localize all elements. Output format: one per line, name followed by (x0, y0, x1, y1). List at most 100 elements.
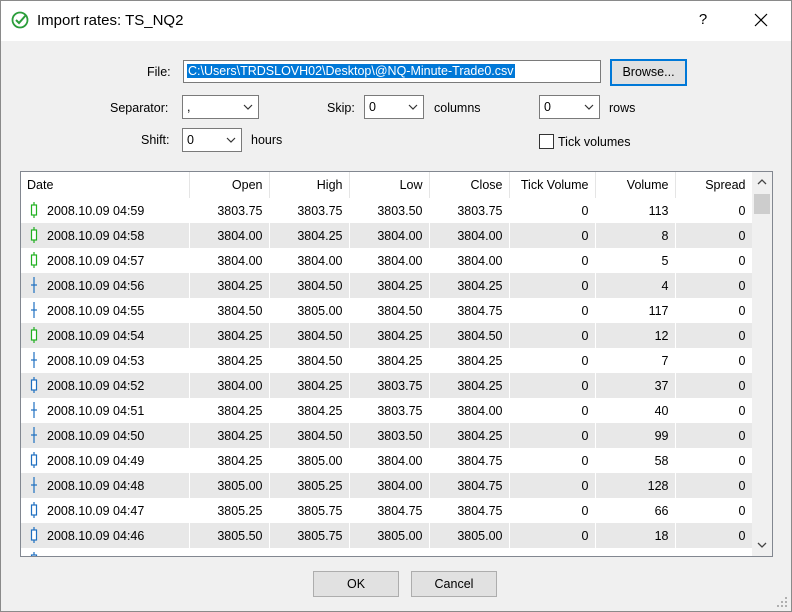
cell-volume: 12 (595, 323, 676, 348)
cell-spread: 0 (675, 498, 753, 523)
cell-low: 3803.75 (349, 373, 430, 398)
cell-tick: 0 (509, 198, 596, 223)
cell-close: 3804.75 (429, 448, 510, 473)
table-row[interactable]: 2008.10.09 04:52 3804.00 3804.25 3803.75 380… (21, 373, 753, 398)
cell-date: 2008.10.09 04:51 (21, 398, 190, 423)
cell-date: 2008.10.09 04:45 (21, 548, 190, 556)
skip-label: Skip: (327, 101, 355, 115)
table-row[interactable]: 2008.10.09 04:46 3805.50 3805.75 3805.00 380… (21, 523, 753, 548)
table-row[interactable]: 2008.10.09 04:47 3805.25 3805.75 3804.75 380… (21, 498, 753, 523)
close-icon[interactable] (741, 4, 781, 36)
skip-rows-value: 0 (544, 100, 551, 114)
browse-button[interactable]: Browse... (610, 59, 687, 86)
cell-volume: 8 (595, 223, 676, 248)
resize-grip-icon[interactable] (776, 596, 788, 608)
column-header-spread[interactable]: Spread (675, 172, 753, 198)
row-date: 2008.10.09 04:50 (47, 428, 145, 443)
cell-open: 3804.50 (189, 298, 270, 323)
table-row[interactable]: 2008.10.09 04:53 3804.25 3804.50 3804.25 380… (21, 348, 753, 373)
cell-low: 3805.00 (349, 523, 430, 548)
tick-volumes-label[interactable]: Tick volumes (558, 135, 630, 149)
cell-spread: 0 (675, 323, 753, 348)
cell-tick: 0 (509, 548, 596, 556)
window-title: Import rates: TS_NQ2 (37, 12, 184, 29)
rates-table[interactable]: Date Open High Low Close Tick Volume Vol… (20, 171, 773, 557)
cell-spread: 0 (675, 223, 753, 248)
cell-high: 3805.00 (269, 298, 350, 323)
table-row[interactable]: 2008.10.09 04:59 3803.75 3803.75 3803.50 380… (21, 198, 753, 223)
scroll-down-icon[interactable] (757, 542, 767, 549)
cell-close: 3804.00 (429, 398, 510, 423)
row-date: 2008.10.09 04:53 (47, 353, 145, 368)
skip-columns-select[interactable]: 0 (364, 95, 424, 119)
table-row[interactable]: 2008.10.09 04:58 3804.00 3804.25 3804.00 380… (21, 223, 753, 248)
skip-rows-select[interactable]: 0 (539, 95, 600, 119)
separator-select[interactable]: , (182, 95, 259, 119)
title-bar[interactable]: Import rates: TS_NQ2 ? (1, 1, 791, 41)
row-date: 2008.10.09 04:59 (47, 203, 145, 218)
cell-date: 2008.10.09 04:57 (21, 248, 190, 273)
cell-close: 3804.00 (429, 248, 510, 273)
cell-tick: 0 (509, 248, 596, 273)
table-row[interactable]: 2008.10.09 04:453805.003805.003805.00380… (21, 548, 753, 556)
cell-volume: 18 (595, 523, 676, 548)
cell-low: 3803.75 (349, 398, 430, 423)
vertical-scrollbar[interactable] (752, 172, 772, 556)
cell-close: 3805.00 (429, 523, 510, 548)
cell-low: 3804.25 (349, 323, 430, 348)
column-header-tick-volume[interactable]: Tick Volume (509, 172, 596, 198)
table-row[interactable]: 2008.10.09 04:57 3804.00 3804.00 3804.00 380… (21, 248, 753, 273)
cell-spread: 0 (675, 448, 753, 473)
row-date: 2008.10.09 04:47 (47, 503, 145, 518)
help-button[interactable]: ? (687, 4, 719, 36)
column-header-high[interactable]: High (269, 172, 350, 198)
cell-open: 3804.00 (189, 248, 270, 273)
chevron-down-icon (243, 104, 253, 110)
cell-low: 3804.25 (349, 273, 430, 298)
ok-button[interactable]: OK (313, 571, 399, 597)
column-header-close[interactable]: Close (429, 172, 510, 198)
table-row[interactable]: 2008.10.09 04:56 3804.25 3804.50 3804.25 380… (21, 273, 753, 298)
cell-low: 3805.00 (349, 548, 430, 556)
cell-date: 2008.10.09 04:54 (21, 323, 190, 348)
cell-close: 3804.25 (429, 423, 510, 448)
cell-low: 3804.25 (349, 348, 430, 373)
cell-high: 3804.25 (269, 223, 350, 248)
cell-high: 3805.25 (269, 473, 350, 498)
cell-high: 3805.00 (269, 548, 350, 556)
cell-low: 3804.75 (349, 498, 430, 523)
cell-date: 2008.10.09 04:58 (21, 223, 190, 248)
table-row[interactable]: 2008.10.09 04:48 3805.00 3805.25 3804.00 380… (21, 473, 753, 498)
shift-select[interactable]: 0 (182, 128, 242, 152)
table-row[interactable]: 2008.10.09 04:55 3804.50 3805.00 3804.50 380… (21, 298, 753, 323)
cell-high: 3805.75 (269, 523, 350, 548)
table-row[interactable]: 2008.10.09 04:51 3804.25 3804.25 3803.75 380… (21, 398, 753, 423)
cell-open: 3804.25 (189, 448, 270, 473)
candle-green-icon (30, 327, 38, 343)
checkmark-circle-icon (11, 11, 29, 29)
column-header-low[interactable]: Low (349, 172, 430, 198)
table-row[interactable]: 2008.10.09 04:54 3804.25 3804.50 3804.25 380… (21, 323, 753, 348)
cancel-button[interactable]: Cancel (411, 571, 497, 597)
cell-open: 3804.25 (189, 348, 270, 373)
candle-green-icon (30, 227, 38, 243)
cell-open: 3804.25 (189, 423, 270, 448)
table-row[interactable]: 2008.10.09 04:50 3804.25 3804.50 3803.50 380… (21, 423, 753, 448)
table-row[interactable]: 2008.10.09 04:49 3804.25 3805.00 3804.00 380… (21, 448, 753, 473)
rows-label: rows (609, 101, 636, 115)
cell-date: 2008.10.09 04:55 (21, 298, 190, 323)
file-path-input[interactable]: C:\Users\TRDSLOVH02\Desktop\@NQ-Minute-T… (183, 60, 601, 83)
column-header-date[interactable]: Date (21, 172, 190, 198)
candle-green-icon (30, 252, 38, 268)
cell-volume: 66 (595, 498, 676, 523)
column-header-volume[interactable]: Volume (595, 172, 676, 198)
scrollbar-thumb[interactable] (754, 194, 770, 214)
candle-doji-icon (31, 477, 37, 493)
column-header-open[interactable]: Open (189, 172, 270, 198)
tick-volumes-checkbox[interactable] (539, 134, 554, 149)
scroll-up-icon[interactable] (757, 178, 767, 185)
candle-doji-icon (31, 352, 37, 368)
cell-open: 3804.25 (189, 323, 270, 348)
cell-spread: 0 (675, 523, 753, 548)
cell-open: 3805.00 (189, 473, 270, 498)
